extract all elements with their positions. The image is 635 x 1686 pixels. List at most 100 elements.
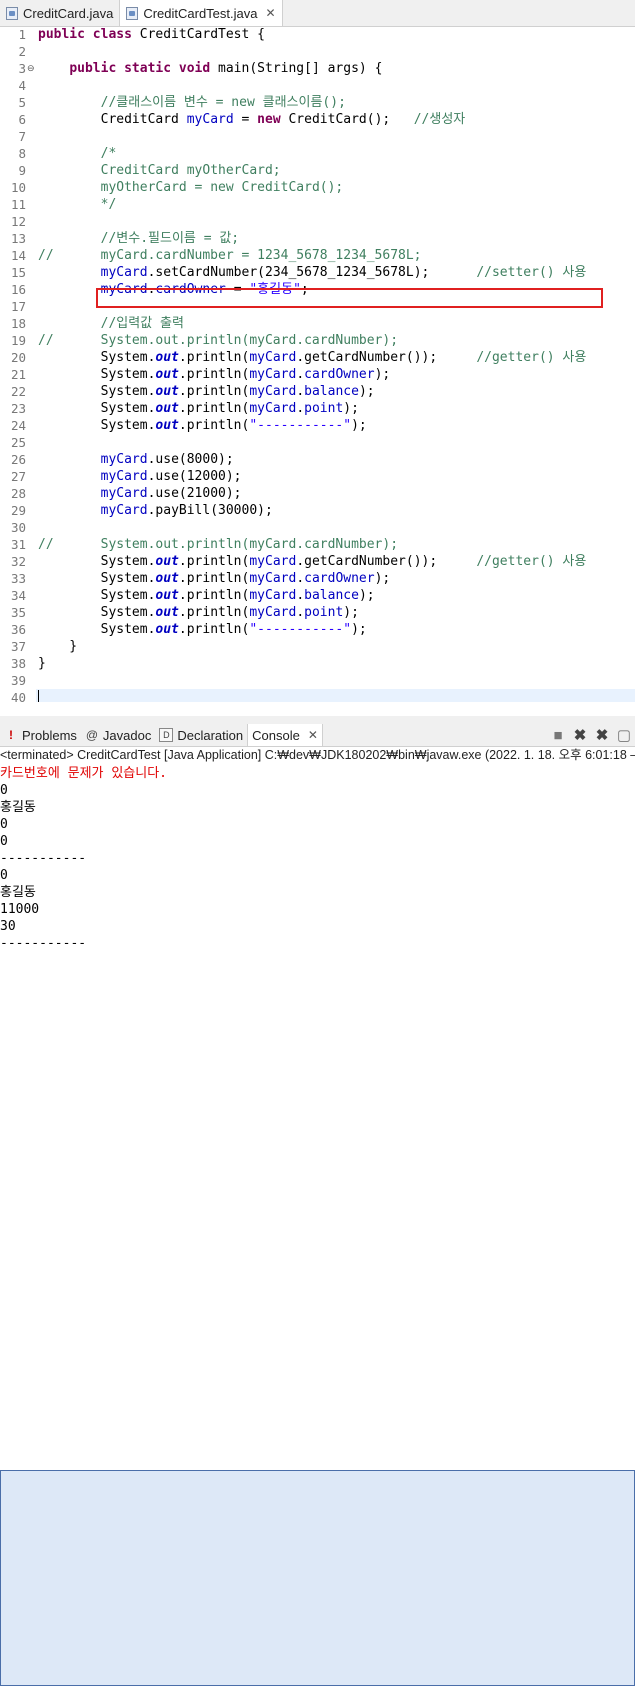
code-token: .println(: [178, 571, 250, 586]
code-line[interactable]: //클래스이름 변수 = new 클래스이름();: [38, 94, 346, 111]
code-line[interactable]: //변수.필드이름 = 값;: [38, 230, 240, 247]
code-line[interactable]: */: [38, 196, 117, 213]
line-number: 30: [10, 520, 26, 535]
line-number: 38: [10, 656, 26, 671]
code-token: "-----------": [249, 418, 352, 433]
code-token: System.: [38, 554, 156, 569]
code-token: out: [155, 622, 179, 637]
code-line[interactable]: public static void main(String[] args) {: [38, 60, 382, 77]
line-number: 21: [10, 367, 26, 382]
code-token: out: [155, 571, 179, 586]
code-token: balance: [304, 588, 359, 603]
line-number: 25: [10, 435, 26, 450]
panel-separator[interactable]: [0, 716, 635, 724]
code-line[interactable]: // System.out.println(myCard.cardNumber)…: [38, 536, 398, 553]
code-token: .: [296, 588, 305, 603]
code-token: System.: [38, 384, 156, 399]
tab-label: Javadoc: [102, 727, 152, 743]
java-file-icon: [6, 6, 18, 20]
code-token: System.: [38, 571, 156, 586]
line-number: 37: [10, 639, 26, 654]
code-token: myCard: [100, 452, 148, 467]
code-line[interactable]: //입력값 출력: [38, 315, 184, 332]
code-line[interactable]: System.out.println(myCard.point);: [38, 604, 359, 621]
code-token: .println(: [178, 605, 250, 620]
code-token: .use(8000);: [147, 452, 234, 467]
tab-creditcardtest-java[interactable]: CreditCardTest.java ✕: [120, 0, 283, 26]
tab-declaration[interactable]: D Declaration: [155, 724, 247, 746]
code-line[interactable]: System.out.println(myCard.getCardNumber(…: [38, 349, 587, 366]
console-error-line: 카드번호에 문제가 있습니다.: [0, 766, 168, 781]
remove-all-icon[interactable]: ✖: [591, 726, 613, 744]
code-token: myCard: [100, 469, 148, 484]
code-token: out: [155, 350, 179, 365]
code-line[interactable]: }: [38, 655, 46, 672]
code-token: );: [358, 384, 375, 399]
close-icon[interactable]: ✕: [308, 728, 318, 742]
console-output[interactable]: <terminated> CreditCardTest [Java Applic…: [0, 746, 635, 962]
line-number: 31: [10, 537, 26, 552]
remove-launch-icon[interactable]: ✖: [569, 726, 591, 744]
line-number: 16: [10, 282, 26, 297]
tab-label: Declaration: [177, 727, 244, 743]
tab-javadoc[interactable]: @ Javadoc: [81, 724, 155, 746]
code-token: );: [374, 367, 391, 382]
code-line[interactable]: System.out.println("-----------");: [38, 621, 367, 638]
code-token: System.: [38, 367, 156, 382]
code-token: .println(: [178, 554, 250, 569]
code-line[interactable]: myCard.payBill(30000);: [38, 502, 273, 519]
code-token: .println(: [178, 384, 250, 399]
code-line[interactable]: }: [38, 638, 77, 655]
code-line[interactable]: CreditCard myOtherCard;: [38, 162, 281, 179]
code-line[interactable]: System.out.println(myCard.point);: [38, 400, 359, 417]
line-number: 18: [10, 316, 26, 331]
code-line[interactable]: myCard.use(8000);: [38, 451, 234, 468]
code-line[interactable]: public class CreditCardTest {: [38, 26, 265, 43]
code-line[interactable]: myOtherCard = new CreditCard();: [38, 179, 344, 196]
editor-tab-bar: CreditCard.java CreditCardTest.java ✕: [0, 0, 635, 27]
tab-creditcard-java[interactable]: CreditCard.java: [0, 0, 121, 26]
code-token: System.: [38, 588, 156, 603]
code-token: balance: [304, 384, 359, 399]
code-line[interactable]: System.out.println(myCard.cardOwner);: [38, 570, 391, 587]
clear-console-icon[interactable]: ▢: [613, 726, 635, 744]
close-icon[interactable]: ✕: [265, 6, 275, 20]
console-toolbar: ■ ✖ ✖ ▢: [547, 724, 635, 746]
code-line[interactable]: System.out.println(myCard.cardOwner);: [38, 366, 391, 383]
code-token: }: [38, 639, 78, 654]
tab-problems[interactable]: ! Problems: [0, 724, 81, 746]
code-token: //변수.필드이름 = 값;: [100, 231, 240, 246]
fold-collapse-icon[interactable]: ⊖: [27, 60, 35, 77]
code-line[interactable]: myCard.use(12000);: [38, 468, 242, 485]
code-line[interactable]: System.out.println(myCard.getCardNumber(…: [38, 553, 587, 570]
code-line[interactable]: /*: [38, 145, 117, 162]
line-number: 36: [10, 622, 26, 637]
tab-console[interactable]: Console ✕: [0, 724, 635, 1686]
console-line: 0: [0, 783, 8, 798]
code-line[interactable]: // System.out.println(myCard.cardNumber)…: [38, 332, 398, 349]
code-token: public static void: [69, 61, 219, 76]
code-token: System.: [38, 622, 156, 637]
code-token: .use(21000);: [147, 486, 242, 501]
code-token: out: [155, 401, 179, 416]
terminate-icon[interactable]: ■: [547, 727, 569, 744]
code-line[interactable]: myCard.use(21000);: [38, 485, 242, 502]
code-line[interactable]: System.out.println("-----------");: [38, 417, 367, 434]
code-line[interactable]: System.out.println(myCard.balance);: [38, 383, 375, 400]
tab-label: CreditCard.java: [23, 5, 114, 21]
code-line[interactable]: System.out.println(myCard.balance);: [38, 587, 375, 604]
code-token: .: [296, 605, 305, 620]
code-line[interactable]: CreditCard myCard = new CreditCard(); //…: [38, 111, 466, 128]
code-token: //setter() 사용: [476, 265, 587, 280]
code-token: myCard: [100, 265, 148, 280]
line-number: 26: [10, 452, 26, 467]
code-editor[interactable]: ⊖ 1 2 3 4 5 6 7 8 9 10 11 12 13 14 15 16 17 18 19 20 21 22 23 2…: [0, 26, 635, 702]
code-line[interactable]: // myCard.cardNumber = 1234_5678_1234_56…: [38, 247, 422, 264]
line-number: 12: [10, 214, 26, 229]
code-line[interactable]: myCard.setCardNumber(234_5678_1234_5678L…: [38, 264, 587, 281]
line-number: 24: [10, 418, 26, 433]
